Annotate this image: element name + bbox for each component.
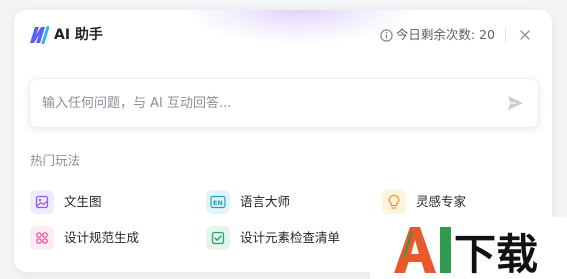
feature-label: 语言大师 [240, 194, 291, 209]
language-icon: EN [206, 190, 230, 214]
ask-input-box [29, 78, 539, 128]
close-button[interactable] [518, 27, 532, 41]
ask-input[interactable] [42, 79, 482, 127]
lightbulb-icon [382, 190, 406, 214]
popular-section-title: 热门玩法 [30, 153, 81, 168]
svg-text:下载: 下载 [454, 230, 538, 277]
dialog-title: AI 助手 [54, 27, 103, 43]
feature-label: 灵感专家 [416, 194, 467, 209]
info-icon[interactable] [380, 28, 393, 42]
site-watermark-logo: 下载 [370, 217, 567, 279]
image-icon [30, 190, 54, 214]
feature-design-spec-generation[interactable]: 设计规范生成 [30, 226, 139, 250]
feature-design-element-checklist[interactable]: 设计元素检查清单 [206, 226, 340, 250]
feature-label: 文生图 [64, 194, 102, 209]
close-icon [520, 30, 530, 40]
grid-icon [30, 226, 54, 250]
dialog-header: AI 助手 今日剩余次数: 20 [14, 10, 552, 60]
quota-indicator: 今日剩余次数: 20 [380, 27, 495, 43]
svg-text:EN: EN [213, 199, 223, 207]
feature-label: 设计元素检查清单 [240, 230, 341, 245]
send-icon [508, 96, 523, 110]
feature-language-master[interactable]: EN 语言大师 [206, 190, 290, 214]
send-button[interactable] [506, 94, 524, 112]
header-divider [505, 27, 506, 43]
feature-text-to-image[interactable]: 文生图 [30, 190, 102, 214]
watermark-logo-image: 下载 [394, 227, 538, 277]
feature-inspiration-expert[interactable]: 灵感专家 [382, 190, 466, 214]
ai-logo-icon [29, 25, 50, 45]
feature-label: 设计规范生成 [64, 230, 140, 245]
quota-text: 今日剩余次数: 20 [395, 27, 495, 42]
checkbox-icon [206, 226, 230, 250]
